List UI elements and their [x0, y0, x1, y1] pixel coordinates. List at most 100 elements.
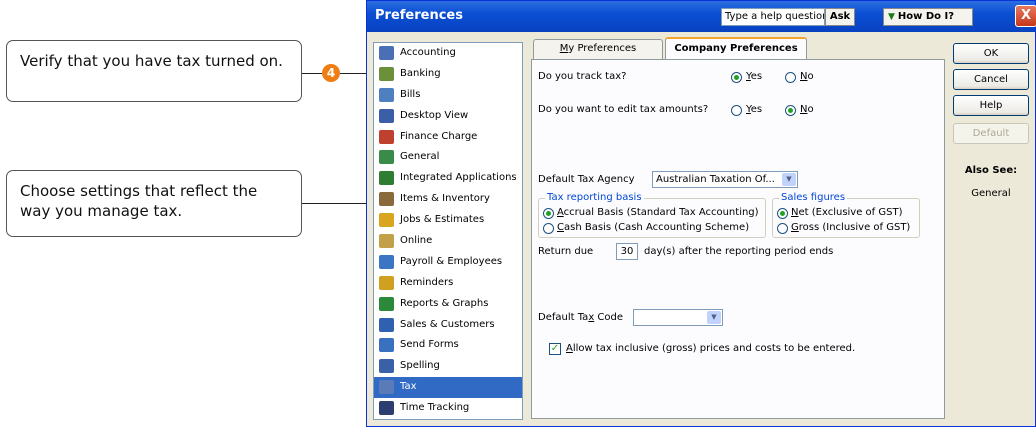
accrual-label-text: ccrual Basis (Standard Tax Accounting) [563, 207, 759, 218]
preference-item-spelling[interactable]: Spelling [374, 356, 522, 377]
tab-my-preferences[interactable]: My Preferences [533, 39, 663, 59]
accrual-basis-radio[interactable] [543, 208, 554, 219]
track-tax-no-label[interactable]: No [800, 71, 814, 82]
preference-item-banking[interactable]: Banking [374, 64, 522, 85]
track-tax-question: Do you track tax? [538, 71, 627, 82]
preference-item-reminders[interactable]: Reminders [374, 273, 522, 294]
cash-basis-label[interactable]: Cash Basis (Cash Accounting Scheme) [557, 222, 749, 233]
preference-item-reports-graphs[interactable]: Reports & Graphs [374, 294, 522, 315]
preference-item-items-inventory[interactable]: Items & Inventory [374, 189, 522, 210]
callout-choose-settings: Choose settings that reflect the way you… [6, 170, 302, 237]
preference-item-integrated-applications[interactable]: Integrated Applications [374, 168, 522, 189]
close-icon: X [1020, 8, 1032, 23]
how-do-i-label: How Do I? [897, 11, 955, 22]
ok-button[interactable]: OK [953, 43, 1029, 64]
allow-tax-inclusive-checkbox[interactable]: ✓ [549, 343, 561, 355]
preference-item-label: Bills [400, 88, 421, 100]
yes-label-text: es [750, 71, 763, 82]
edit-amounts-yes-radio[interactable] [731, 105, 742, 116]
gross-label[interactable]: Gross (Inclusive of GST) [791, 222, 910, 233]
cash-basis-radio[interactable] [543, 223, 554, 234]
finance-charge-icon [379, 129, 394, 144]
tax-reporting-basis-group: Tax reporting basis Accrual Basis (Stand… [538, 192, 766, 238]
preference-item-label: Tax [400, 381, 417, 393]
cancel-button[interactable]: Cancel [953, 69, 1029, 90]
reminders-icon [379, 275, 394, 290]
sales-figures-group: Sales figures Net (Exclusive of GST) Gro… [772, 192, 920, 238]
help-question-input[interactable]: Type a help question [721, 8, 825, 26]
edit-amounts-yes-label[interactable]: Yes [746, 104, 762, 115]
net-label[interactable]: Net (Exclusive of GST) [791, 207, 902, 218]
track-tax-no-radio[interactable] [785, 72, 796, 83]
default-agency-label: Default Tax Agency [538, 174, 635, 185]
return-due-days-input[interactable]: 30 [616, 243, 638, 260]
also-see-title: Also See: [964, 165, 1018, 176]
net-radio[interactable] [777, 208, 788, 219]
preference-item-online[interactable]: Online [374, 231, 522, 252]
preference-item-label: Payroll & Employees [400, 255, 503, 267]
return-due-suffix: day(s) after the reporting period ends [644, 246, 834, 257]
allow-tax-inclusive-label[interactable]: Allow tax inclusive (gross) prices and c… [566, 343, 855, 354]
callout-leader-line [302, 73, 322, 74]
chevron-down-icon[interactable]: ▼ [782, 173, 796, 186]
accounting-icon [379, 46, 394, 60]
allow-mnemonic: A [566, 343, 573, 354]
accrual-mnemonic: A [557, 207, 564, 218]
bills-icon [379, 87, 394, 102]
chevron-down-icon[interactable]: ▼ [707, 311, 721, 324]
preference-item-label: Accounting [400, 47, 456, 58]
preference-item-general[interactable]: General [374, 147, 522, 168]
tax-reporting-basis-title: Tax reporting basis [545, 192, 644, 203]
preference-item-label: Reminders [400, 276, 454, 288]
tab-company-preferences[interactable]: Company Preferences [665, 37, 807, 60]
preference-item-time-tracking[interactable]: Time Tracking [374, 398, 522, 419]
track-tax-yes-radio[interactable] [731, 72, 742, 83]
preference-category-list[interactable]: Accounting Banking Bills Desktop View Financ… [373, 42, 523, 420]
tax-code-label-end: Code [594, 312, 624, 323]
default-agency-value: Australian Taxation Of... [656, 174, 775, 185]
how-do-i-button[interactable]: ▼ How Do I? [883, 8, 973, 26]
preference-item-finance-charge[interactable]: Finance Charge [374, 127, 522, 148]
preference-item-label: Sales & Customers [400, 318, 495, 330]
send-forms-icon [379, 338, 394, 353]
online-icon [379, 234, 394, 249]
preference-item-jobs-estimates[interactable]: Jobs & Estimates [374, 210, 522, 231]
preference-item-label: Send Forms [400, 339, 459, 351]
tax-code-label-start: Default Ta [538, 312, 589, 323]
ask-button[interactable]: Ask [825, 8, 855, 26]
triangle-down-icon: ▼ [888, 12, 895, 22]
track-tax-yes-label[interactable]: Yes [746, 71, 762, 82]
cash-label-text: ash Basis (Cash Accounting Scheme) [563, 222, 750, 233]
preference-item-label: General [400, 151, 440, 163]
preference-item-accounting[interactable]: Accounting [374, 43, 522, 64]
accrual-basis-label[interactable]: Accrual Basis (Standard Tax Accounting) [557, 207, 759, 218]
preference-item-label: Banking [400, 67, 441, 79]
default-tax-code-label: Default Tax Code [538, 312, 623, 323]
preference-item-sales-customers[interactable]: Sales & Customers [374, 315, 522, 336]
tax-icon [379, 380, 394, 395]
callout-verify-tax: Verify that you have tax turned on. [6, 40, 302, 102]
preference-item-desktop-view[interactable]: Desktop View [374, 106, 522, 127]
integrated-applications-icon [379, 171, 394, 186]
default-tax-code-dropdown[interactable]: ▼ [633, 309, 723, 326]
items-inventory-icon [379, 192, 394, 207]
cash-mnemonic: C [557, 222, 564, 233]
default-agency-dropdown[interactable]: Australian Taxation Of... ▼ [652, 171, 798, 188]
preference-item-send-forms[interactable]: Send Forms [374, 335, 522, 356]
allow-label-text: llow tax inclusive (gross) prices and co… [572, 343, 856, 354]
preference-item-label: Items & Inventory [400, 193, 490, 205]
edit-amounts-no-radio[interactable] [785, 105, 796, 116]
tab-my-preferences-label: y Preferences [568, 43, 637, 54]
close-button[interactable]: X [1015, 5, 1036, 27]
preference-item-tax[interactable]: Tax [374, 377, 522, 399]
help-button[interactable]: Help [953, 95, 1029, 116]
yes-label-text: es [750, 104, 763, 115]
also-see-link-general[interactable]: General [953, 188, 1029, 199]
default-button[interactable]: Default [953, 123, 1029, 144]
gross-radio[interactable] [777, 223, 788, 234]
preference-item-bills[interactable]: Bills [374, 85, 522, 106]
edit-amounts-no-label[interactable]: No [800, 104, 814, 115]
preference-item-payroll-employees[interactable]: Payroll & Employees [374, 252, 522, 273]
preference-item-label: Finance Charge [400, 130, 478, 142]
banking-icon [379, 66, 394, 81]
